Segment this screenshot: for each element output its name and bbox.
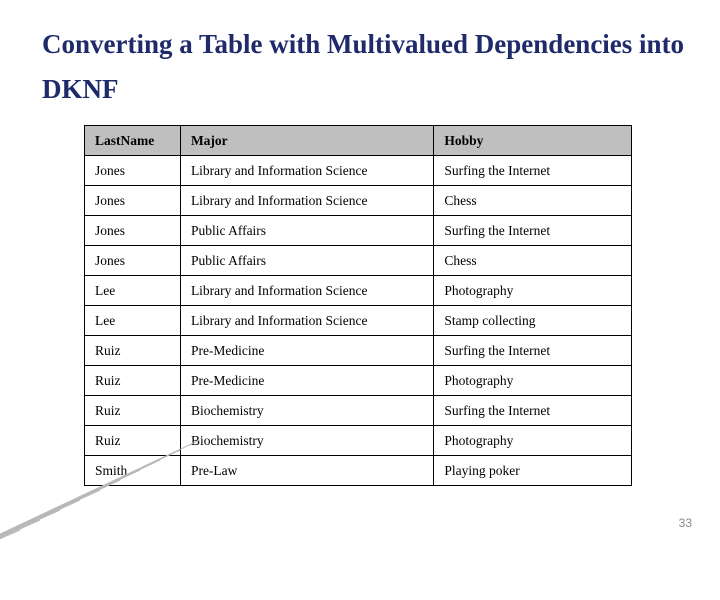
table-cell: Photography: [434, 426, 632, 456]
table-row: RuizPre-MedicineSurfing the Internet: [85, 336, 632, 366]
table-cell: Stamp collecting: [434, 306, 632, 336]
table-cell: Surfing the Internet: [434, 336, 632, 366]
table-cell: Chess: [434, 246, 632, 276]
table-row: RuizPre-MedicinePhotography: [85, 366, 632, 396]
table-row: RuizBiochemistryPhotography: [85, 426, 632, 456]
table-cell: Ruiz: [85, 396, 181, 426]
table-cell: Jones: [85, 186, 181, 216]
table-header-row: LastName Major Hobby: [85, 126, 632, 156]
table-cell: Library and Information Science: [180, 276, 433, 306]
table-cell: Surfing the Internet: [434, 216, 632, 246]
table-cell: Ruiz: [85, 426, 181, 456]
table-cell: Biochemistry: [180, 396, 433, 426]
table-row: LeeLibrary and Information ScienceStamp …: [85, 306, 632, 336]
table-cell: Surfing the Internet: [434, 396, 632, 426]
table-cell: Public Affairs: [180, 246, 433, 276]
table-cell: Jones: [85, 216, 181, 246]
table-cell: Playing poker: [434, 456, 632, 486]
table-row: JonesPublic AffairsChess: [85, 246, 632, 276]
header-hobby: Hobby: [434, 126, 632, 156]
page-title: Converting a Table with Multivalued Depe…: [0, 0, 720, 111]
table-cell: Library and Information Science: [180, 156, 433, 186]
dependencies-table: LastName Major Hobby JonesLibrary and In…: [84, 125, 632, 486]
table-cell: Pre-Medicine: [180, 336, 433, 366]
table-cell: Surfing the Internet: [434, 156, 632, 186]
table-cell: Ruiz: [85, 336, 181, 366]
page-number: 33: [679, 516, 692, 530]
table-row: SmithPre-LawPlaying poker: [85, 456, 632, 486]
table-row: LeeLibrary and Information SciencePhotog…: [85, 276, 632, 306]
table-cell: Jones: [85, 156, 181, 186]
table-cell: Library and Information Science: [180, 306, 433, 336]
table-cell: Pre-Medicine: [180, 366, 433, 396]
table-row: JonesLibrary and Information ScienceSurf…: [85, 156, 632, 186]
table-cell: Biochemistry: [180, 426, 433, 456]
table-cell: Library and Information Science: [180, 186, 433, 216]
table-cell: Lee: [85, 306, 181, 336]
table-cell: Smith: [85, 456, 181, 486]
table-container: LastName Major Hobby JonesLibrary and In…: [0, 111, 720, 486]
table-cell: Photography: [434, 366, 632, 396]
header-major: Major: [180, 126, 433, 156]
table-cell: Chess: [434, 186, 632, 216]
table-row: JonesLibrary and Information ScienceChes…: [85, 186, 632, 216]
table-row: RuizBiochemistrySurfing the Internet: [85, 396, 632, 426]
header-lastname: LastName: [85, 126, 181, 156]
table-cell: Ruiz: [85, 366, 181, 396]
table-cell: Photography: [434, 276, 632, 306]
table-cell: Pre-Law: [180, 456, 433, 486]
table-cell: Public Affairs: [180, 216, 433, 246]
table-cell: Lee: [85, 276, 181, 306]
table-row: JonesPublic AffairsSurfing the Internet: [85, 216, 632, 246]
table-cell: Jones: [85, 246, 181, 276]
